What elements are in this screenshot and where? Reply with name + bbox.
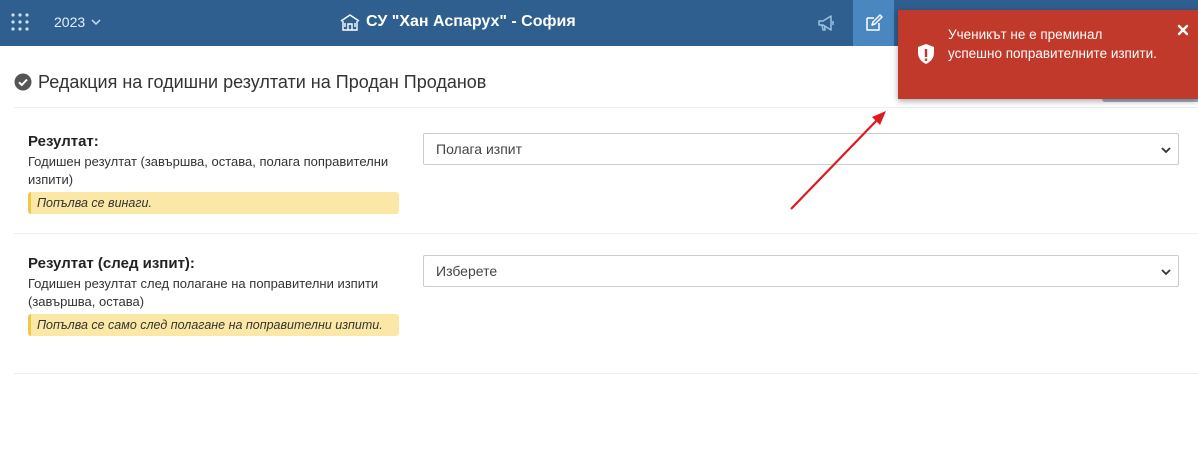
form-row-result: Резултат: Годишен резултат (завършва, ос… (14, 108, 1198, 234)
select-value: Изберете (436, 263, 498, 279)
announcements-button[interactable] (805, 0, 846, 46)
year-selector[interactable]: 2023 (54, 12, 101, 32)
edit-mode-button[interactable] (853, 0, 894, 46)
page-title-text: Редакция на годишни резултати на Продан … (38, 71, 487, 92)
form-row-result-after-exam: Резултат (след изпит): Годишен резултат … (14, 234, 1198, 374)
edit-icon (865, 14, 883, 31)
select-value: Полага изпит (436, 141, 523, 157)
close-icon[interactable] (1176, 23, 1190, 37)
result-after-exam-select[interactable]: Изберете (423, 255, 1179, 287)
chevron-down-icon (1161, 147, 1171, 154)
megaphone-icon (817, 15, 834, 31)
toast-message: Ученикът не е преминал успешно поправите… (948, 27, 1157, 61)
field-label: Резултат (след изпит): (28, 255, 195, 272)
apps-grid-icon[interactable] (11, 13, 29, 31)
field-label: Резултат: (28, 133, 99, 150)
page-title: Редакция на годишни резултати на Продан … (14, 70, 486, 94)
school-building-icon (340, 14, 360, 31)
year-value: 2023 (54, 14, 86, 30)
field-description: Годишен резултат (завършва, остава, пола… (28, 154, 389, 187)
school-name: СУ "Хан Аспарух" - София (366, 13, 576, 30)
field-hint: Попълва се само след полагане на поправи… (28, 314, 399, 336)
field-description: Годишен резултат след полагане на поправ… (28, 276, 379, 309)
chevron-down-icon (1161, 269, 1171, 276)
field-label-column: Резултат (след изпит): Годишен резултат … (28, 255, 399, 336)
annotation-arrow (790, 111, 886, 210)
shield-exclamation-icon (918, 44, 934, 64)
check-circle-icon (14, 73, 32, 91)
field-label-column: Резултат: Годишен резултат (завършва, ос… (28, 133, 399, 214)
school-title: СУ "Хан Аспарух" - София (340, 10, 576, 34)
field-hint: Попълва се винаги. (28, 192, 399, 214)
chevron-down-icon (91, 19, 101, 26)
error-toast: Ученикът не е преминал успешно поправите… (898, 10, 1198, 99)
